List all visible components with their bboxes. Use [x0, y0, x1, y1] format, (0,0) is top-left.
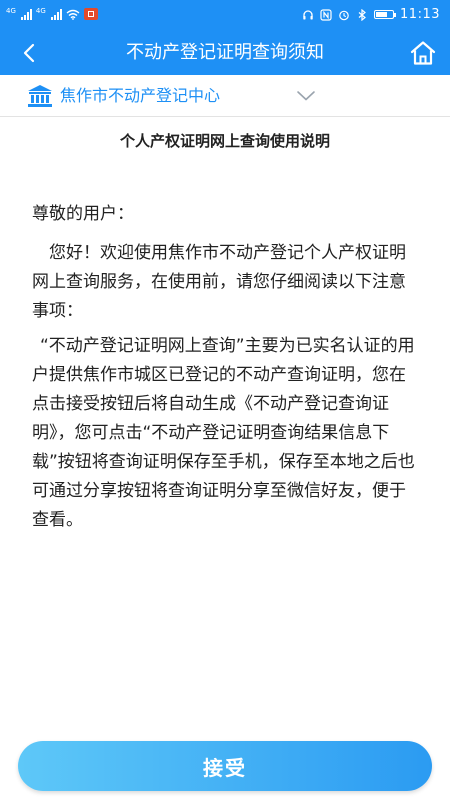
- network-type-2: 4G: [35, 7, 46, 15]
- title-bar: 不动产登记证明查询须知: [0, 30, 450, 75]
- document-body: 尊敬的用户： 您好！欢迎使用焦作市不动产登记个人产权证明网上查询服务，在使用前，…: [32, 200, 420, 541]
- center-selector[interactable]: 焦作市不动产登记中心: [0, 75, 450, 117]
- battery-icon: [374, 10, 397, 19]
- network-type-1: 4G: [6, 7, 16, 15]
- clock: 11:13: [400, 7, 440, 22]
- page-title: 不动产登记证明查询须知: [126, 42, 324, 63]
- signal-icon-2: [50, 8, 62, 20]
- status-bar: 4G 4G 11:13: [0, 0, 450, 30]
- building-icon: [28, 85, 52, 107]
- back-button[interactable]: [14, 39, 44, 67]
- nfc-icon: [320, 8, 332, 21]
- status-left: 4G 4G: [6, 8, 98, 20]
- notification-icon: [83, 8, 98, 20]
- accept-button[interactable]: 接受: [18, 741, 432, 791]
- alarm-icon: [339, 10, 349, 20]
- status-right: 11:13: [302, 7, 440, 22]
- document-title: 个人产权证明网上查询使用说明: [119, 132, 330, 150]
- wifi-icon: [66, 9, 80, 20]
- signal-icon: [20, 8, 32, 20]
- paragraph-intro: 您好！欢迎使用焦作市不动产登记个人产权证明网上查询服务，在使用前，请您仔细阅读以…: [32, 243, 406, 321]
- headset-icon: [303, 9, 313, 19]
- home-button[interactable]: [408, 38, 438, 68]
- home-icon: [410, 41, 436, 65]
- greeting: 尊敬的用户：: [32, 204, 134, 224]
- chevron-down-icon[interactable]: [296, 90, 316, 102]
- paragraph-instructions: “不动产登记证明网上查询”主要为已实名认证的用户提供焦作市城区已登记的不动产查询…: [32, 336, 415, 530]
- back-arrow-icon: [23, 43, 35, 63]
- center-name: 焦作市不动产登记中心: [60, 86, 221, 105]
- bluetooth-icon: [358, 8, 366, 21]
